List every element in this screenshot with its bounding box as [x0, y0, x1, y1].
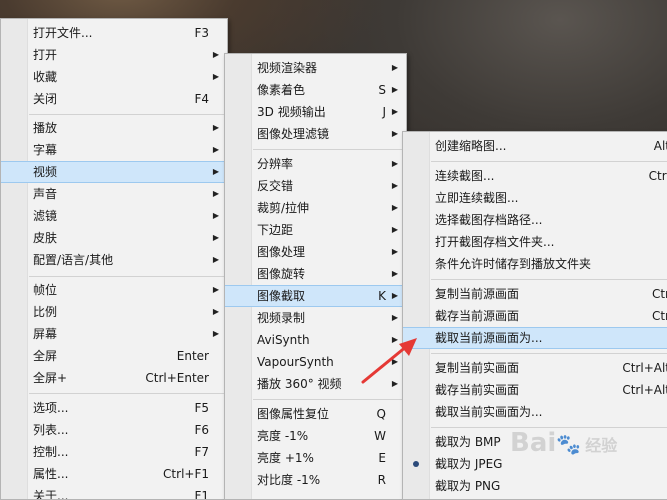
menu-item-save-source-frame[interactable]: 截存当前源画面Ctr	[403, 305, 667, 327]
menu-item-image-rotate[interactable]: 图像旋转 ▶	[225, 263, 406, 285]
menu-item-image-filters[interactable]: 图像处理滤镜 ▶	[225, 123, 406, 145]
menu-item-ratio[interactable]: 比例 ▶	[1, 301, 227, 323]
menu-item-instant-continuous[interactable]: 立即连续截图...	[403, 187, 667, 209]
submenu-arrow-icon: ▶	[391, 247, 398, 256]
menu-item-controls[interactable]: 控制... F7	[1, 441, 227, 463]
menu-item-choose-save-path[interactable]: 选择截图存档路径...	[403, 209, 667, 231]
menu-item-about[interactable]: 关于... F1	[1, 485, 227, 499]
menu-item-save-to-play-folder[interactable]: 条件允许时储存到播放文件夹	[403, 253, 667, 275]
menu-item-3d-output[interactable]: 3D 视频输出 J ▶	[225, 101, 406, 123]
submenu-arrow-icon: ▶	[212, 189, 219, 198]
submenu-video: 视频渲染器 ▶ 像素着色 S ▶ 3D 视频输出 J ▶ 图像处理滤镜 ▶ 分辨率 ▶ 反交错…	[224, 53, 407, 500]
menu-separator	[253, 399, 404, 400]
menu-item-screen[interactable]: 屏幕 ▶	[1, 323, 227, 345]
menu-item-options[interactable]: 选项... F5	[1, 397, 227, 419]
submenu-arrow-icon: ▶	[391, 129, 398, 138]
annotation-arrow-icon	[361, 338, 417, 384]
submenu-arrow-icon: ▶	[212, 233, 219, 242]
menu-item-open-save-folder[interactable]: 打开截图存档文件夹...	[403, 231, 667, 253]
submenu-arrow-icon: ▶	[391, 269, 398, 278]
submenu-arrow-icon: ▶	[391, 85, 398, 94]
submenu-arrow-icon: ▶	[212, 167, 219, 176]
submenu-arrow-icon: ▶	[391, 159, 398, 168]
menu-separator	[29, 393, 225, 394]
menu-item-deinterlace[interactable]: 反交错 ▶	[225, 175, 406, 197]
menu-item-reset-image[interactable]: 图像属性复位 Q	[225, 403, 406, 425]
menu-item-resolution[interactable]: 分辨率 ▶	[225, 153, 406, 175]
menu-item-properties[interactable]: 属性... Ctrl+F1	[1, 463, 227, 485]
menu-item-image-processing[interactable]: 图像处理 ▶	[225, 241, 406, 263]
menu-item-copy-actual-frame[interactable]: 复制当前实画面 Ctrl+Alt	[403, 357, 667, 379]
menu-item-pixel-shader[interactable]: 像素着色 S ▶	[225, 79, 406, 101]
context-menu-main: 打开文件... F3 打开 ▶ 收藏 ▶ 关闭 F4 播放 ▶ 字幕 ▶ 视频 ▶ 声音 ▶ 滤…	[0, 18, 228, 500]
submenu-arrow-icon: ▶	[391, 291, 398, 300]
menu-item-video-renderer[interactable]: 视频渲染器 ▶	[225, 57, 406, 79]
submenu-arrow-icon: ▶	[391, 181, 398, 190]
menu-item-capture-actual-frame-as[interactable]: 截取当前实画面为...	[403, 401, 667, 423]
menu-item-close[interactable]: 关闭 F4	[1, 88, 227, 110]
menu-item-open[interactable]: 打开 ▶	[1, 44, 227, 66]
radio-selected-icon	[413, 461, 419, 467]
submenu-arrow-icon: ▶	[391, 203, 398, 212]
menu-separator	[253, 149, 404, 150]
menu-item-open-file[interactable]: 打开文件... F3	[1, 22, 227, 44]
menu-item-filters[interactable]: 滤镜 ▶	[1, 205, 227, 227]
menu-item-save-actual-frame[interactable]: 截存当前实画面 Ctrl+Alt	[403, 379, 667, 401]
submenu-arrow-icon: ▶	[212, 255, 219, 264]
menu-separator	[431, 161, 667, 162]
submenu-arrow-icon: ▶	[212, 211, 219, 220]
submenu-arrow-icon: ▶	[212, 285, 219, 294]
menu-item-bottom-margin[interactable]: 下边距 ▶	[225, 219, 406, 241]
menu-item-capture-source-frame-as[interactable]: 截取当前源画面为...	[403, 327, 667, 349]
menu-separator	[29, 114, 225, 115]
menu-item-contrast-down[interactable]: 对比度 -1% R	[225, 469, 406, 491]
menu-item-frame[interactable]: 帧位 ▶	[1, 279, 227, 301]
menu-separator	[29, 276, 225, 277]
menu-item-fullscreen[interactable]: 全屏 Enter	[1, 345, 227, 367]
menu-item-brightness-down[interactable]: 亮度 -1% W	[225, 425, 406, 447]
submenu-arrow-icon: ▶	[212, 72, 219, 81]
submenu-arrow-icon: ▶	[212, 307, 219, 316]
menu-item-image-capture[interactable]: 图像截取 K ▶	[225, 285, 406, 307]
menu-item-subtitles[interactable]: 字幕 ▶	[1, 139, 227, 161]
menu-separator	[431, 353, 667, 354]
submenu-arrow-icon: ▶	[212, 145, 219, 154]
submenu-arrow-icon: ▶	[212, 123, 219, 132]
menu-item-copy-source-frame[interactable]: 复制当前源画面Ctr	[403, 283, 667, 305]
menu-item-fullscreen-plus[interactable]: 全屏+ Ctrl+Enter	[1, 367, 227, 389]
menu-item-audio[interactable]: 声音 ▶	[1, 183, 227, 205]
watermark-logo: Bai🐾 经验	[510, 428, 618, 458]
menu-item-playback[interactable]: 播放 ▶	[1, 117, 227, 139]
menu-separator	[431, 279, 667, 280]
menu-item-config[interactable]: 配置/语言/其他 ▶	[1, 249, 227, 271]
submenu-arrow-icon: ▶	[391, 63, 398, 72]
menu-item-playlist[interactable]: 列表... F6	[1, 419, 227, 441]
menu-item-create-thumbnails[interactable]: 创建缩略图...Alt	[403, 135, 667, 157]
menu-item-crop-stretch[interactable]: 裁剪/拉伸 ▶	[225, 197, 406, 219]
menu-item-favorites[interactable]: 收藏 ▶	[1, 66, 227, 88]
menu-item-video[interactable]: 视频 ▶	[1, 161, 227, 183]
submenu-arrow-icon: ▶	[212, 50, 219, 59]
menu-item-video-record[interactable]: 视频录制 ▶	[225, 307, 406, 329]
submenu-arrow-icon: ▶	[391, 107, 398, 116]
submenu-arrow-icon: ▶	[391, 225, 398, 234]
menu-item-brightness-up[interactable]: 亮度 +1% E	[225, 447, 406, 469]
menu-item-skins[interactable]: 皮肤 ▶	[1, 227, 227, 249]
submenu-arrow-icon: ▶	[212, 329, 219, 338]
menu-item-continuous-capture[interactable]: 连续截图...Ctrl	[403, 165, 667, 187]
submenu-arrow-icon: ▶	[391, 313, 398, 322]
